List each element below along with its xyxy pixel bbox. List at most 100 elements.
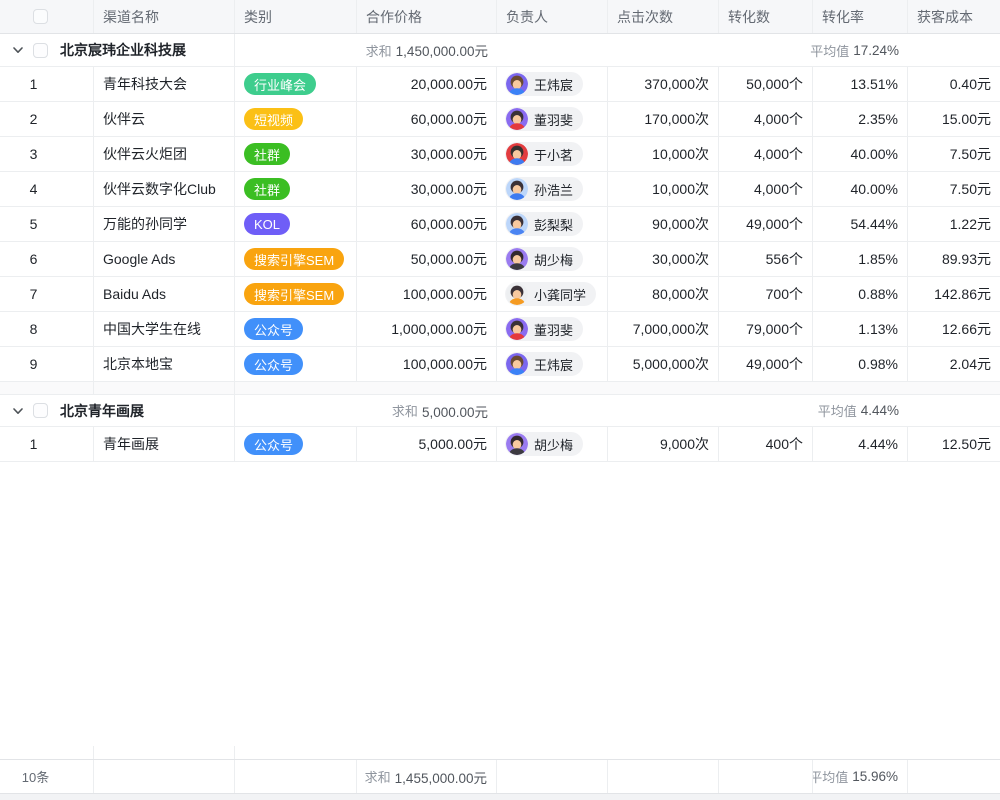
- cell-channel-name[interactable]: 北京本地宝: [94, 347, 235, 381]
- cell-clicks[interactable]: 90,000次: [608, 207, 719, 241]
- cell-price[interactable]: 1,000,000.00元: [357, 312, 497, 346]
- cell-owner[interactable]: 于小茗: [497, 137, 608, 171]
- cell-price[interactable]: 5,000.00元: [357, 427, 497, 461]
- cell-clicks[interactable]: 370,000次: [608, 67, 719, 101]
- group-checkbox[interactable]: [33, 403, 48, 418]
- cell-rate[interactable]: 1.85%: [813, 242, 908, 276]
- column-header-4[interactable]: 点击次数: [608, 0, 719, 33]
- cell-clicks[interactable]: 170,000次: [608, 102, 719, 136]
- footer-cell[interactable]: [908, 760, 1000, 793]
- cell-channel-name[interactable]: 青年画展: [94, 427, 235, 461]
- column-header-6[interactable]: 转化率: [813, 0, 908, 33]
- cell-cost[interactable]: 0.40元: [908, 67, 1000, 101]
- group-sum-stat[interactable]: 求和1,450,000.00元: [235, 34, 497, 66]
- cell-rate[interactable]: 40.00%: [813, 137, 908, 171]
- cell-cost[interactable]: 1.22元: [908, 207, 1000, 241]
- column-header-0[interactable]: 渠道名称: [94, 0, 235, 33]
- footer-sum-stat[interactable]: 求和 1,455,000.00元: [357, 760, 497, 793]
- cell-owner[interactable]: 胡少梅: [497, 427, 608, 461]
- cell-conversions[interactable]: 49,000个: [719, 347, 813, 381]
- cell-category[interactable]: 行业峰会: [235, 67, 357, 101]
- column-header-1[interactable]: 类别: [235, 0, 357, 33]
- cell-category[interactable]: 公众号: [235, 312, 357, 346]
- cell-rate[interactable]: 40.00%: [813, 172, 908, 206]
- cell-rate[interactable]: 13.51%: [813, 67, 908, 101]
- cell-category[interactable]: KOL: [235, 207, 357, 241]
- cell-channel-name[interactable]: 伙伴云: [94, 102, 235, 136]
- cell-category[interactable]: 公众号: [235, 427, 357, 461]
- cell-channel-name[interactable]: 万能的孙同学: [94, 207, 235, 241]
- cell-owner[interactable]: 王炜宸: [497, 347, 608, 381]
- group-sum-stat[interactable]: 求和5,000.00元: [235, 395, 497, 426]
- cell-conversions[interactable]: 400个: [719, 427, 813, 461]
- cell-cost[interactable]: 15.00元: [908, 102, 1000, 136]
- cell-owner[interactable]: 董羽斐: [497, 102, 608, 136]
- cell-owner[interactable]: 小龚同学: [497, 277, 608, 311]
- cell-cost[interactable]: 12.50元: [908, 427, 1000, 461]
- cell-channel-name[interactable]: 中国大学生在线: [94, 312, 235, 346]
- cell-category[interactable]: 社群: [235, 172, 357, 206]
- cell-channel-name[interactable]: 青年科技大会: [94, 67, 235, 101]
- cell-channel-name[interactable]: 伙伴云数字化Club: [94, 172, 235, 206]
- cell-conversions[interactable]: 50,000个: [719, 67, 813, 101]
- cell-cost[interactable]: 7.50元: [908, 172, 1000, 206]
- cell-rate[interactable]: 0.88%: [813, 277, 908, 311]
- cell-owner[interactable]: 孙浩兰: [497, 172, 608, 206]
- chevron-down-icon[interactable]: [11, 404, 25, 418]
- cell-clicks[interactable]: 10,000次: [608, 172, 719, 206]
- cell-owner[interactable]: 董羽斐: [497, 312, 608, 346]
- cell-cost[interactable]: 89.93元: [908, 242, 1000, 276]
- cell-conversions[interactable]: 4,000个: [719, 102, 813, 136]
- select-all-checkbox[interactable]: [33, 9, 48, 24]
- group-avg-stat[interactable]: 平均值17.24%: [497, 34, 908, 66]
- cell-conversions[interactable]: 49,000个: [719, 207, 813, 241]
- cell-clicks[interactable]: 7,000,000次: [608, 312, 719, 346]
- cell-clicks[interactable]: 80,000次: [608, 277, 719, 311]
- cell-price[interactable]: 60,000.00元: [357, 207, 497, 241]
- cell-channel-name[interactable]: Google Ads: [94, 242, 235, 276]
- cell-price[interactable]: 30,000.00元: [357, 137, 497, 171]
- cell-category[interactable]: 公众号: [235, 347, 357, 381]
- chevron-down-icon[interactable]: [11, 43, 25, 57]
- cell-owner[interactable]: 胡少梅: [497, 242, 608, 276]
- cell-conversions[interactable]: 556个: [719, 242, 813, 276]
- cell-conversions[interactable]: 4,000个: [719, 137, 813, 171]
- footer-cell[interactable]: [94, 760, 235, 793]
- group-checkbox[interactable]: [33, 43, 48, 58]
- cell-rate[interactable]: 0.98%: [813, 347, 908, 381]
- cell-cost[interactable]: 2.04元: [908, 347, 1000, 381]
- cell-price[interactable]: 50,000.00元: [357, 242, 497, 276]
- cell-owner[interactable]: 王炜宸: [497, 67, 608, 101]
- cell-category[interactable]: 搜索引擎SEM: [235, 277, 357, 311]
- footer-cell[interactable]: [608, 760, 719, 793]
- column-header-3[interactable]: 负责人: [497, 0, 608, 33]
- cell-price[interactable]: 20,000.00元: [357, 67, 497, 101]
- cell-rate[interactable]: 54.44%: [813, 207, 908, 241]
- cell-category[interactable]: 短视频: [235, 102, 357, 136]
- column-header-7[interactable]: 获客成本: [908, 0, 1000, 33]
- cell-channel-name[interactable]: Baidu Ads: [94, 277, 235, 311]
- cell-price[interactable]: 100,000.00元: [357, 277, 497, 311]
- cell-channel-name[interactable]: 伙伴云火炬团: [94, 137, 235, 171]
- footer-avg-stat[interactable]: 平均值 15.96%: [813, 760, 908, 793]
- cell-cost[interactable]: 12.66元: [908, 312, 1000, 346]
- cell-rate[interactable]: 4.44%: [813, 427, 908, 461]
- cell-category[interactable]: 搜索引擎SEM: [235, 242, 357, 276]
- cell-rate[interactable]: 1.13%: [813, 312, 908, 346]
- cell-conversions[interactable]: 79,000个: [719, 312, 813, 346]
- group-avg-stat[interactable]: 平均值4.44%: [497, 395, 908, 426]
- cell-clicks[interactable]: 9,000次: [608, 427, 719, 461]
- cell-price[interactable]: 100,000.00元: [357, 347, 497, 381]
- cell-clicks[interactable]: 10,000次: [608, 137, 719, 171]
- cell-rate[interactable]: 2.35%: [813, 102, 908, 136]
- cell-owner[interactable]: 彭梨梨: [497, 207, 608, 241]
- cell-clicks[interactable]: 30,000次: [608, 242, 719, 276]
- footer-cell[interactable]: [719, 760, 813, 793]
- cell-conversions[interactable]: 700个: [719, 277, 813, 311]
- footer-cell[interactable]: [497, 760, 608, 793]
- cell-cost[interactable]: 7.50元: [908, 137, 1000, 171]
- cell-cost[interactable]: 142.86元: [908, 277, 1000, 311]
- cell-price[interactable]: 60,000.00元: [357, 102, 497, 136]
- column-header-5[interactable]: 转化数: [719, 0, 813, 33]
- cell-conversions[interactable]: 4,000个: [719, 172, 813, 206]
